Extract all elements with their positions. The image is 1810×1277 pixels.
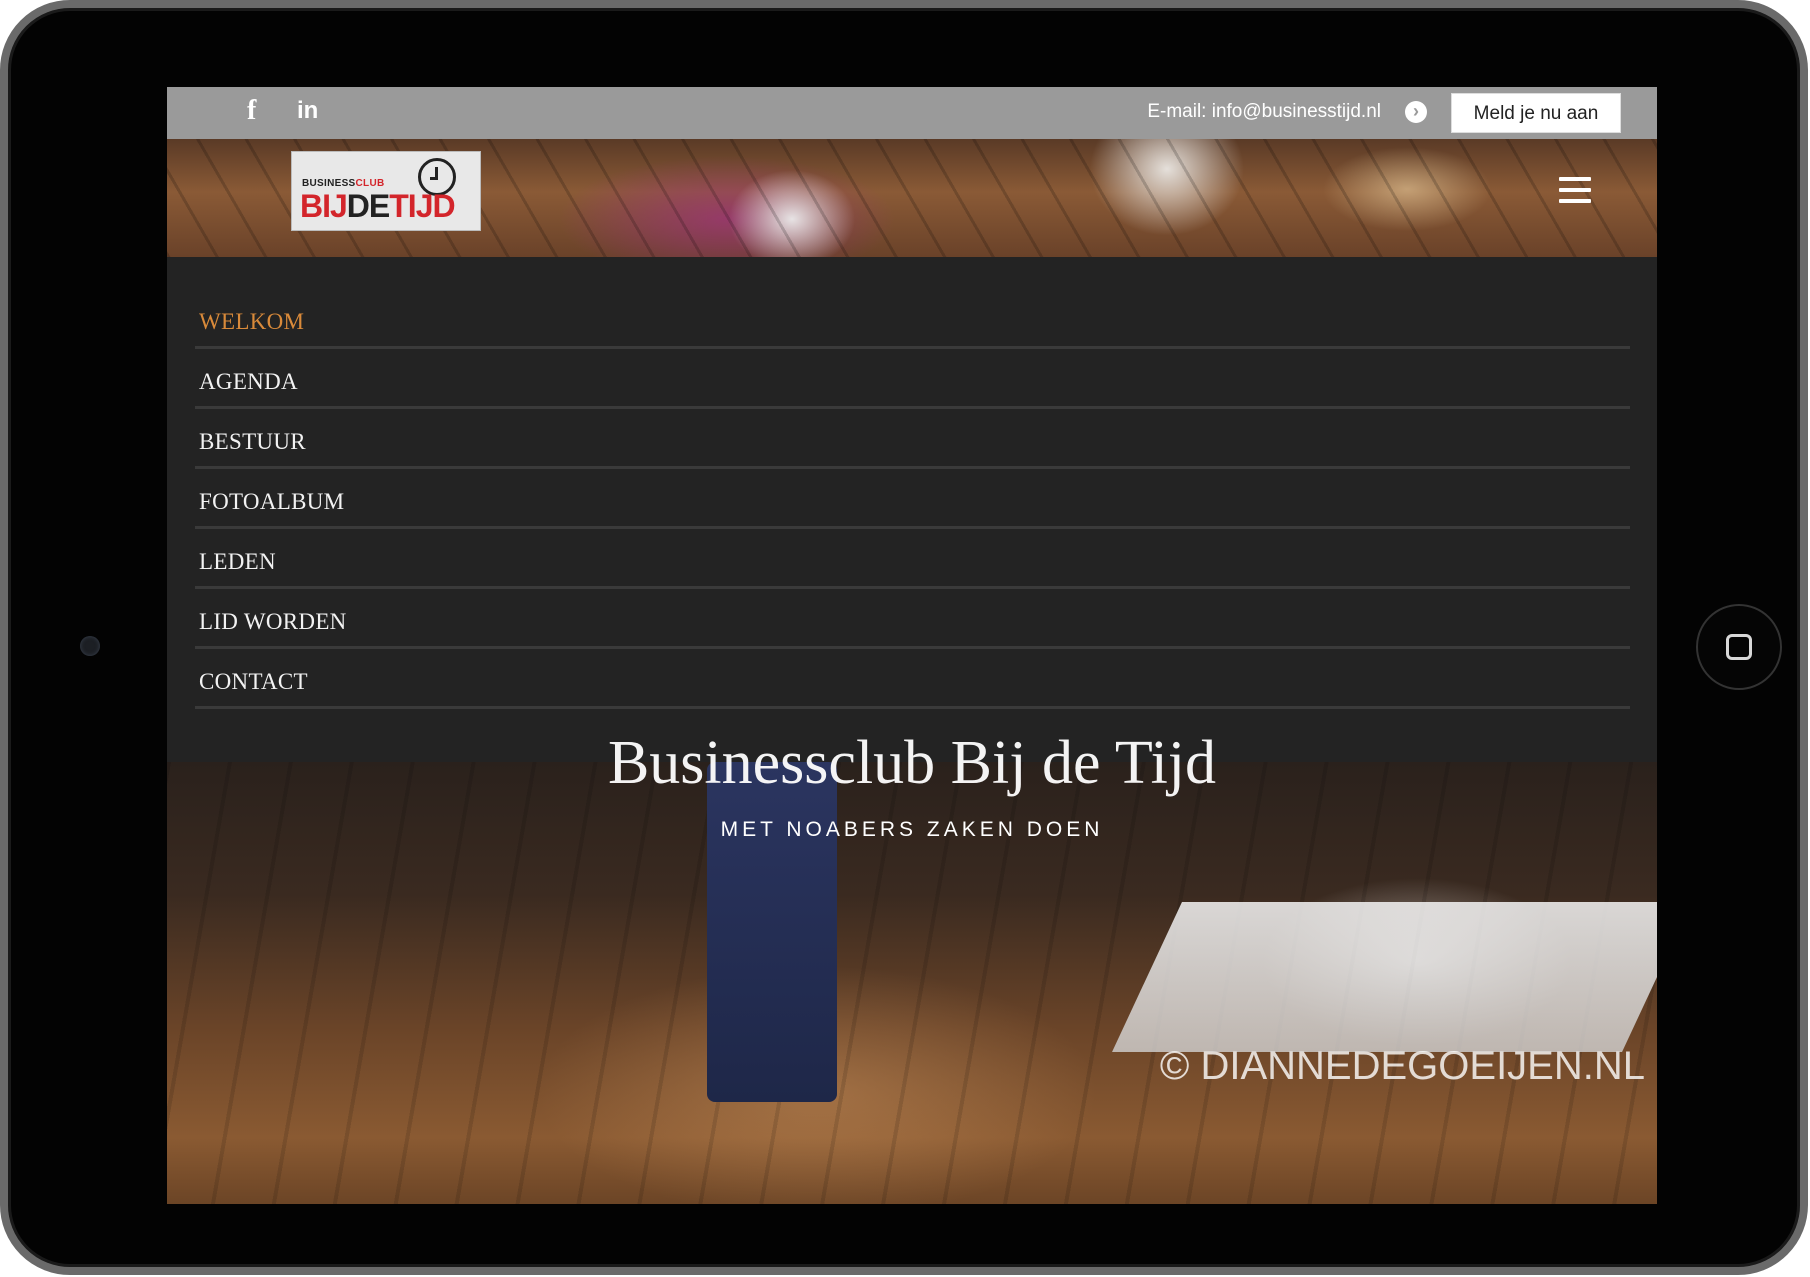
hero-section: Businessclub Bij de Tijd MET NOABERS ZAK… xyxy=(167,729,1657,1204)
nav-item-bestuur[interactable]: BESTUUR xyxy=(195,411,1630,469)
email-link[interactable]: E-mail: info@businesstijd.nl xyxy=(1147,101,1381,123)
nav-menu-list: WELKOM AGENDA BESTUUR FOTOALBUM LEDEN LID WOR… xyxy=(195,291,1630,711)
nav-item-fotoalbum[interactable]: FOTOALBUM xyxy=(195,471,1630,529)
facebook-icon[interactable]: f xyxy=(247,95,256,127)
home-square-icon xyxy=(1726,634,1752,660)
photo-watermark: © DIANNEDEGOEIJEN.NL xyxy=(1159,1044,1645,1088)
hero-photo-person xyxy=(707,762,837,1102)
hero-title: Businessclub Bij de Tijd xyxy=(607,729,1217,797)
linkedin-icon[interactable]: in xyxy=(297,97,318,125)
nav-menu: WELKOM AGENDA BESTUUR FOTOALBUM LEDEN LID WOR… xyxy=(167,257,1657,762)
logo-big-text: BIJDETIJD xyxy=(300,188,456,225)
screen: f in E-mail: info@businesstijd.nl › Meld… xyxy=(167,87,1657,1204)
nav-item-welkom[interactable]: WELKOM xyxy=(195,291,1630,349)
nav-item-leden[interactable]: LEDEN xyxy=(195,531,1630,589)
logo[interactable]: BUSINESSCLUB BIJDETIJD xyxy=(291,151,481,231)
signup-button[interactable]: Meld je nu aan xyxy=(1451,93,1621,133)
logo-tijd: TIJD xyxy=(389,188,455,224)
nav-item-agenda[interactable]: AGENDA xyxy=(195,351,1630,409)
logo-de: DE xyxy=(346,188,390,224)
hero-subtitle: MET NOABERS ZAKEN DOEN xyxy=(720,818,1104,841)
top-bar: f in E-mail: info@businesstijd.nl › Meld… xyxy=(167,87,1657,139)
arrow-right-circle-icon[interactable]: › xyxy=(1405,101,1427,123)
hero-photo-table xyxy=(1112,902,1657,1052)
header-banner: BUSINESSCLUB BIJDETIJD xyxy=(167,139,1657,257)
tablet-frame: f in E-mail: info@businesstijd.nl › Meld… xyxy=(0,0,1808,1275)
home-button[interactable] xyxy=(1696,604,1782,690)
nav-item-contact[interactable]: CONTACT xyxy=(195,651,1630,709)
hamburger-menu-icon[interactable] xyxy=(1559,177,1591,205)
logo-bij: BIJ xyxy=(300,188,348,224)
camera-icon xyxy=(80,636,100,656)
nav-item-lid-worden[interactable]: LID WORDEN xyxy=(195,591,1630,649)
